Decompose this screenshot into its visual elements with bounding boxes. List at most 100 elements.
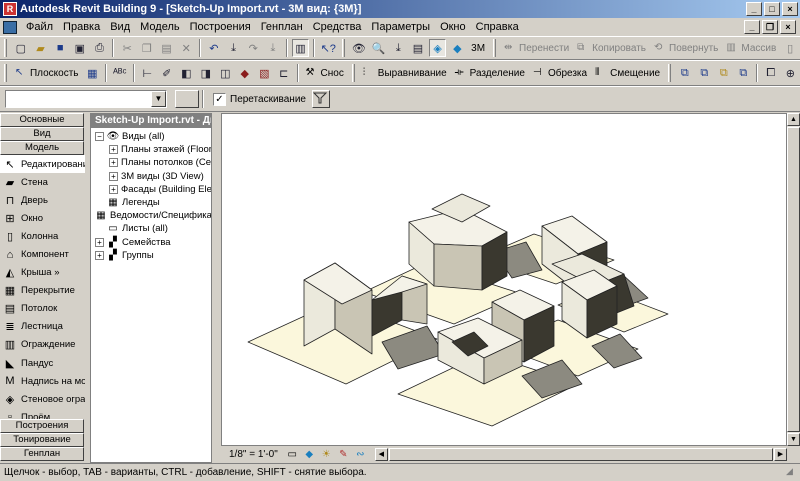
menu-file[interactable]: Файл xyxy=(21,21,58,33)
delete-icon[interactable]: ✕ xyxy=(177,39,195,57)
link-manage-icon[interactable]: ⊕ xyxy=(782,64,800,82)
drawing-area[interactable] xyxy=(221,113,787,446)
print-preview-icon[interactable]: ▣ xyxy=(71,39,89,57)
menu-settings[interactable]: Параметры xyxy=(366,21,435,33)
menu-site[interactable]: Генплан xyxy=(256,21,308,33)
array-button[interactable]: ▥ Массив xyxy=(726,42,776,54)
new-file-icon[interactable]: ▢ xyxy=(12,39,30,57)
design-tool-roof[interactable]: ◭ Крыша » xyxy=(0,264,85,282)
rotate-button[interactable]: ⟲ Повернуть xyxy=(654,42,718,54)
maximize-button[interactable]: □ xyxy=(764,2,780,16)
design-tool-window[interactable]: ⊞ Окно xyxy=(0,209,85,227)
thin-lines-icon[interactable]: ▤ xyxy=(409,39,427,57)
toolbar-grip[interactable] xyxy=(493,39,497,57)
project-browser-toggle-icon[interactable]: ▥ xyxy=(291,39,310,57)
3d-view-canvas[interactable] xyxy=(222,114,786,445)
toolbar-grip[interactable] xyxy=(4,64,7,82)
help-cursor-icon[interactable]: ↖? xyxy=(319,39,337,57)
grid-icon[interactable]: ▦ xyxy=(84,64,102,82)
tree-node[interactable]: +Планы этажей (Floor Plan) xyxy=(95,143,211,156)
expand-icon[interactable]: + xyxy=(95,237,104,247)
vertical-scrollbar[interactable]: ▲ ▼ xyxy=(787,113,800,446)
horizontal-scrollbar[interactable]: ◀ ▶ xyxy=(374,448,787,461)
toolbar-grip[interactable] xyxy=(4,39,7,57)
tab-site[interactable]: Генплан xyxy=(0,447,84,461)
design-tool-wall[interactable]: ▰ Стена xyxy=(0,173,85,191)
design-tool-floor[interactable]: ▦ Перекрытие xyxy=(0,282,85,300)
crop-region-icon[interactable]: ✎ xyxy=(337,448,350,461)
wall-joins-icon[interactable]: ⊏ xyxy=(275,64,293,82)
group-place-icon[interactable]: ⧉ xyxy=(715,64,733,82)
tree-node[interactable]: ▦ Ведомости/Спецификации xyxy=(95,209,211,222)
paste-icon[interactable]: ▤ xyxy=(158,39,176,57)
menu-window[interactable]: Окно xyxy=(435,21,471,33)
demolish-button[interactable]: ⚒ Снос xyxy=(306,67,344,79)
expand-icon[interactable]: + xyxy=(109,184,118,194)
tab-view[interactable]: Вид xyxy=(0,127,84,141)
toolbar-grip[interactable] xyxy=(351,64,355,82)
project-browser-title[interactable]: Sketch-Up Import.rvt - Диспетчер проекта xyxy=(91,114,211,128)
document-icon[interactable] xyxy=(3,20,17,34)
more-tools-icon[interactable]: ▯ xyxy=(781,39,799,57)
vertical-scroll-thumb[interactable] xyxy=(787,127,800,432)
copy-icon[interactable]: ❐ xyxy=(138,39,156,57)
scroll-left-icon[interactable]: ◀ xyxy=(374,448,388,461)
cut-icon[interactable]: ✂ xyxy=(118,39,136,57)
menu-edit[interactable]: Правка xyxy=(58,21,105,33)
shadows-icon[interactable]: ☀ xyxy=(320,448,333,461)
menu-model[interactable]: Модель xyxy=(135,21,184,33)
tab-drafting[interactable]: Построения xyxy=(0,419,84,433)
chevron-down-icon[interactable]: ▼ xyxy=(151,91,166,107)
expand-icon[interactable]: + xyxy=(109,158,118,168)
resize-grip-icon[interactable]: ◢ xyxy=(786,466,800,480)
zoom-dropdown-icon[interactable]: ⤓ xyxy=(389,39,407,57)
toolbar-grip[interactable] xyxy=(342,39,346,57)
expand-icon[interactable]: + xyxy=(109,171,118,181)
tab-modelling[interactable]: Модель xyxy=(0,141,84,155)
align-button[interactable]: ⫶ Выравнивание xyxy=(363,67,447,79)
tree-node[interactable]: +Планы потолков (Ceiling Plan) xyxy=(95,156,211,169)
undo-dropdown-icon[interactable]: ⤓ xyxy=(225,39,243,57)
view-3d-label[interactable]: 3M xyxy=(471,43,485,54)
tree-node[interactable]: + ▞ Группы xyxy=(95,249,211,262)
zoom-icon[interactable]: 🔍 xyxy=(370,39,388,57)
toolbar-grip[interactable] xyxy=(668,64,672,82)
move-button[interactable]: ⇹ Перенести xyxy=(504,42,569,54)
tree-node[interactable]: ▭ Листы (all) xyxy=(95,222,211,235)
design-tool-curtain[interactable]: ◈ Стеновое ограждение xyxy=(0,390,85,408)
open-folder-icon[interactable]: ▰ xyxy=(32,39,50,57)
offset-button[interactable]: ⫴ Смещение xyxy=(595,67,660,79)
scroll-up-icon[interactable]: ▲ xyxy=(787,113,800,126)
hide-isolate-icon[interactable]: ∾ xyxy=(354,448,367,461)
paint-icon[interactable]: ◆ xyxy=(236,64,254,82)
match-type-icon[interactable]: ✐ xyxy=(158,64,176,82)
copy-button[interactable]: ⧉ Копировать xyxy=(577,42,646,54)
scroll-down-icon[interactable]: ▼ xyxy=(787,433,800,446)
detail-level-icon[interactable]: ▭ xyxy=(286,448,299,461)
redo-dropdown-icon[interactable]: ⤓ xyxy=(264,39,282,57)
design-tool-column[interactable]: ▯ Колонна xyxy=(0,227,85,245)
tab-basics[interactable]: Основные xyxy=(0,113,84,127)
print-icon[interactable]: ⎙ xyxy=(91,39,109,57)
tree-node[interactable]: ▦ Легенды xyxy=(95,196,211,209)
expand-icon[interactable]: + xyxy=(95,250,104,260)
horizontal-scroll-thumb[interactable] xyxy=(388,448,773,461)
drag-checkbox[interactable]: ✓ xyxy=(213,92,226,106)
design-tool-railing[interactable]: ▥ Ограждение xyxy=(0,336,85,354)
properties-button[interactable] xyxy=(175,90,199,108)
menu-help[interactable]: Справка xyxy=(471,21,524,33)
design-tool-text[interactable]: M Надпись на модели xyxy=(0,372,85,390)
redo-icon[interactable]: ↷ xyxy=(244,39,262,57)
tab-rendering[interactable]: Тонирование xyxy=(0,433,84,447)
design-tool-ceiling[interactable]: ▤ Потолок xyxy=(0,300,85,318)
filter-button[interactable] xyxy=(311,90,330,108)
visibility-icon[interactable]: 👁 xyxy=(350,39,368,57)
design-tool-ramp[interactable]: ◣ Пандус xyxy=(0,354,85,372)
expand-icon[interactable]: + xyxy=(109,145,118,155)
work-plane-button[interactable]: ↖ Плоскость xyxy=(15,67,79,79)
design-tool-stair[interactable]: ≣ Лестница xyxy=(0,318,85,336)
group-edit-icon[interactable]: ⧉ xyxy=(696,64,714,82)
uncut-geometry-icon[interactable]: ◨ xyxy=(197,64,215,82)
link-icon[interactable]: ⧠ xyxy=(762,64,780,82)
doc-restore-button[interactable]: ❐ xyxy=(762,20,778,34)
